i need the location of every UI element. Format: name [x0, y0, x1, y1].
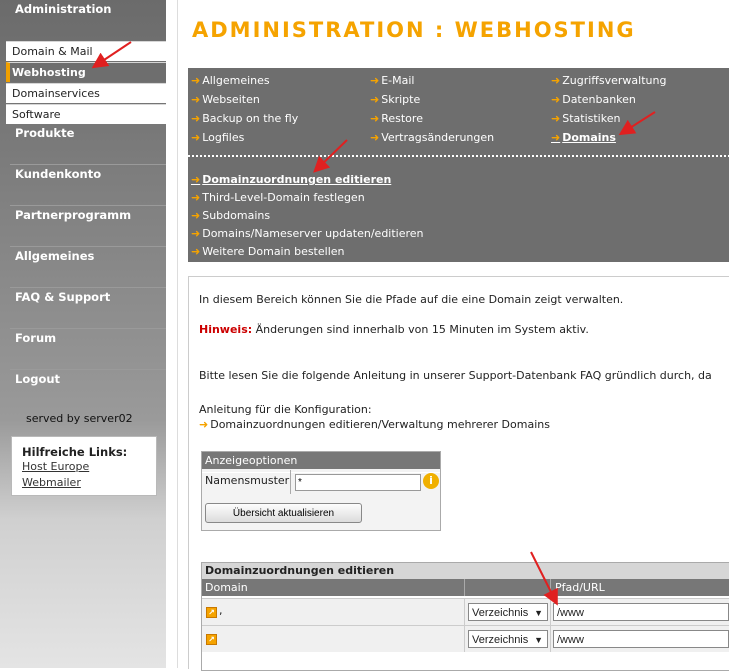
arrow-right-icon: ➜	[191, 131, 201, 144]
nav-faq-support[interactable]: FAQ & Support	[0, 288, 166, 328]
sidebar: Administration Domain & Mail Webhosting …	[0, 0, 166, 668]
arrow-right-icon: ➜	[199, 418, 209, 431]
arrow-right-icon: ➜	[191, 173, 201, 186]
sidebar-item-webhosting[interactable]: Webhosting	[6, 62, 166, 82]
nav-zugriff-link[interactable]: ➜ Zugriffsverwaltung	[551, 74, 666, 87]
arrow-right-icon: ➜	[370, 131, 380, 144]
hinweis-label: Hinweis:	[199, 323, 253, 336]
table-row: ↗ Verzeichnis ▼ /www	[202, 625, 729, 652]
sidebar-item-domainservices[interactable]: Domainservices	[6, 83, 166, 103]
update-overview-button[interactable]: Übersicht aktualisieren	[205, 503, 362, 523]
info-icon[interactable]: i	[423, 473, 439, 489]
help-links-box: Hilfreiche Links: Host Europe Webmailer	[11, 436, 157, 496]
nav-vertrag-link[interactable]: ➜ Vertragsänderungen	[370, 131, 494, 144]
dotted-divider	[188, 155, 729, 157]
nav-administration[interactable]: Administration	[0, 0, 166, 38]
domain-name: ,	[219, 604, 223, 617]
path-input[interactable]: /www	[553, 630, 729, 648]
domain-link-icon[interactable]: ↗	[206, 634, 217, 645]
arrow-right-icon: ➜	[551, 131, 561, 144]
nav-restore-link[interactable]: ➜ Restore	[370, 112, 423, 125]
arrow-right-icon: ➜	[370, 93, 380, 106]
divider	[550, 599, 551, 625]
anleitung-link[interactable]: ➜ Domainzuordnungen editieren/Verwaltung …	[199, 418, 550, 431]
nav-allgemeines-link[interactable]: ➜ Allgemeines	[191, 74, 270, 87]
path-input[interactable]: /www	[553, 603, 729, 621]
sub-subdomains-link[interactable]: ➜ Subdomains	[191, 209, 270, 222]
domain-mapping-table: Domainzuordnungen editieren Domain Pfad/…	[201, 562, 729, 671]
table-header: Domain Pfad/URL	[202, 579, 729, 596]
namensmuster-label: Namensmuster	[205, 474, 290, 487]
col-path-header: Pfad/URL	[555, 581, 605, 594]
nav-email-link[interactable]: ➜ E-Mail	[370, 74, 414, 87]
anleitung-label: Anleitung für die Konfiguration:	[199, 403, 372, 416]
arrow-right-icon: ➜	[370, 112, 380, 125]
nav-domains-link[interactable]: ➜ Domains	[551, 131, 616, 144]
arrow-right-icon: ➜	[191, 112, 201, 125]
divider	[550, 579, 551, 596]
sidebar-item-software[interactable]: Software	[6, 104, 166, 124]
display-options-box: Anzeigeoptionen Namensmuster i Übersicht…	[201, 451, 441, 531]
nav-webseiten-link[interactable]: ➜ Webseiten	[191, 93, 260, 106]
namensmuster-input[interactable]	[295, 474, 421, 491]
display-options-header: Anzeigeoptionen	[202, 452, 440, 469]
nav-datenbanken-link[interactable]: ➜ Datenbanken	[551, 93, 636, 106]
nav-produkte[interactable]: Produkte	[0, 124, 166, 164]
sub-nameserver-link[interactable]: ➜ Domains/Nameserver updaten/editieren	[191, 227, 424, 240]
divider	[464, 626, 465, 652]
type-select[interactable]: Verzeichnis ▼	[468, 603, 548, 621]
arrow-right-icon: ➜	[191, 93, 201, 106]
arrow-right-icon: ➜	[551, 74, 561, 87]
nav-logfiles-link[interactable]: ➜ Logfiles	[191, 131, 244, 144]
guide-text: Bitte lesen Sie die folgende Anleitung i…	[199, 369, 712, 382]
sub-domainzuordnungen-link[interactable]: ➜ Domainzuordnungen editieren	[191, 173, 391, 186]
nav-allgemeines[interactable]: Allgemeines	[0, 247, 166, 287]
served-by-label: served by server02	[26, 412, 133, 425]
chevron-down-icon: ▼	[534, 608, 543, 618]
nav-kundenkonto[interactable]: Kundenkonto	[0, 165, 166, 205]
nav-statistiken-link[interactable]: ➜ Statistiken	[551, 112, 620, 125]
divider	[464, 579, 465, 596]
arrow-right-icon: ➜	[191, 74, 201, 87]
nav-skripte-link[interactable]: ➜ Skripte	[370, 93, 420, 106]
content-panel: In diesem Bereich können Sie die Pfade a…	[188, 276, 729, 671]
chevron-down-icon: ▼	[534, 635, 543, 645]
help-links-title: Hilfreiche Links:	[22, 445, 128, 459]
link-host-europe[interactable]: Host Europe	[22, 459, 146, 475]
table-title: Domainzuordnungen editieren	[202, 563, 729, 579]
divider	[202, 472, 440, 473]
sub-weitere-domain-link[interactable]: ➜ Weitere Domain bestellen	[191, 245, 345, 258]
link-webmailer[interactable]: Webmailer	[22, 475, 146, 491]
nav-backup-link[interactable]: ➜ Backup on the fly	[191, 112, 298, 125]
webhosting-nav: ➜ Allgemeines ➜ Webseiten ➜ Backup on the f…	[188, 68, 729, 262]
col-domain-header: Domain	[205, 581, 248, 594]
sub-third-level-link[interactable]: ➜ Third-Level-Domain festlegen	[191, 191, 365, 204]
sidebar-item-domain-mail[interactable]: Domain & Mail	[6, 41, 166, 61]
arrow-right-icon: ➜	[551, 93, 561, 106]
divider	[290, 470, 291, 494]
arrow-right-icon: ➜	[551, 112, 561, 125]
nav-forum[interactable]: Forum	[0, 329, 166, 369]
table-row: ↗ , Verzeichnis ▼ /www	[202, 598, 729, 625]
arrow-right-icon: ➜	[191, 227, 201, 240]
nav-partnerprogramm[interactable]: Partnerprogramm	[0, 206, 166, 246]
page-title: ADMINISTRATION : WEBHOSTING	[192, 18, 636, 42]
arrow-right-icon: ➜	[191, 209, 201, 222]
main-content: ADMINISTRATION : WEBHOSTING ➜ Allgemeines…	[177, 0, 729, 671]
type-select[interactable]: Verzeichnis ▼	[468, 630, 548, 648]
hinweis-body: Änderungen sind innerhalb von 15 Minuten…	[252, 323, 589, 336]
arrow-right-icon: ➜	[370, 74, 380, 87]
domain-link-icon[interactable]: ↗	[206, 607, 217, 618]
arrow-right-icon: ➜	[191, 245, 201, 258]
arrow-right-icon: ➜	[191, 191, 201, 204]
hinweis-text: Hinweis: Änderungen sind innerhalb von 1…	[199, 323, 589, 336]
divider	[464, 599, 465, 625]
divider	[550, 626, 551, 652]
intro-text: In diesem Bereich können Sie die Pfade a…	[199, 293, 624, 306]
nav-logout[interactable]: Logout	[0, 370, 166, 410]
